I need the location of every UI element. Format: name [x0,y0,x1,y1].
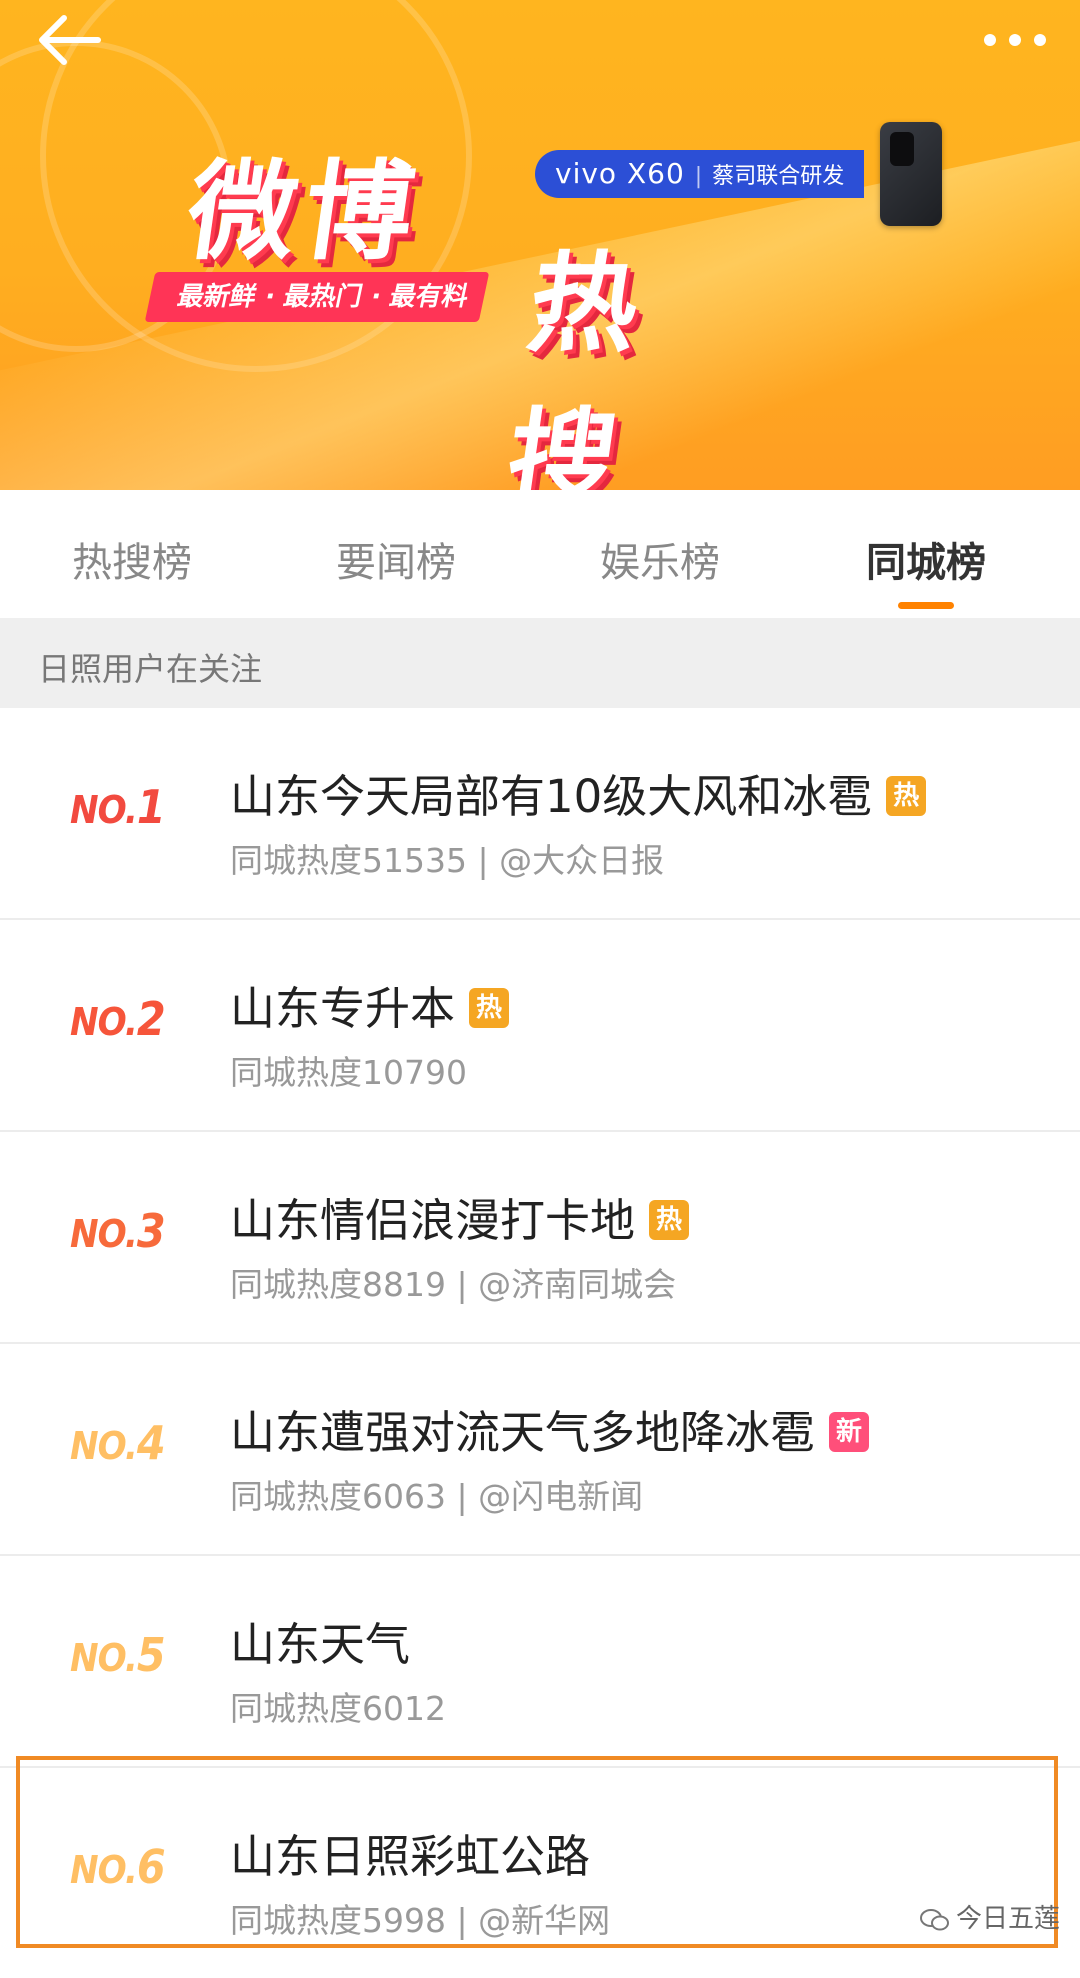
rank-prefix: NO. [70,1848,138,1892]
rank-value: 2 [136,992,166,1046]
back-arrow-icon [39,15,101,65]
tab-label: 同城榜 [866,540,986,586]
tab-label: 要闻榜 [336,540,456,586]
list-item[interactable]: NO.2 山东专升本热 同城热度10790 [0,920,1080,1132]
tab-label: 热搜榜 [72,540,192,586]
topic-meta: 同城热度8819 | @济南同城会 [230,1265,677,1304]
topic-meta: 同城热度6063 | @闪电新闻 [230,1477,644,1516]
topic-title: 山东遭强对流天气多地降冰雹新 [230,1396,870,1461]
topic-meta: 同城热度6012 [230,1689,446,1728]
tab-bar: 热搜榜 要闻榜 娱乐榜 同城榜 [0,490,1080,618]
rank-value: 1 [136,780,166,834]
hot-badge: 热 [649,1200,690,1240]
tab-headlines[interactable]: 要闻榜 [296,530,496,588]
rank-prefix: NO. [70,1424,138,1468]
topic-meta: 同城热度10790 [230,1053,467,1092]
topic-title: 山东天气 [230,1608,410,1673]
hot-badge: 热 [469,988,510,1028]
topic-title-text: 山东天气 [230,1618,411,1671]
list-item[interactable]: NO.6 山东日照彩虹公路 同城热度5998 | @新华网 [0,1768,1080,1978]
watermark-text: 今日五莲 [955,1904,1060,1934]
back-button[interactable] [34,10,106,70]
topic-title: 山东日照彩虹公路 [230,1820,590,1885]
list-item[interactable]: NO.4 山东遭强对流天气多地降冰雹新 同城热度6063 | @闪电新闻 [0,1344,1080,1556]
new-badge: 新 [829,1412,870,1452]
rank-number: NO.4 [70,1416,166,1470]
topic-title: 山东情侣浪漫打卡地热 [230,1184,690,1249]
more-button[interactable] [976,10,1054,70]
topic-meta: 同城热度5998 | @新华网 [230,1901,611,1940]
rank-prefix: NO. [70,788,138,832]
tab-local[interactable]: 同城榜 [826,530,1026,609]
section-header: 日照用户在关注 [0,618,1080,708]
topic-title-text: 山东今天局部有10级大风和冰雹 [230,770,873,823]
rank-prefix: NO. [70,1212,138,1256]
hot-badge: 热 [886,776,927,816]
banner-slogan: 最新鲜 · 最热门 · 最有料 [144,272,490,322]
topic-title-text: 山东情侣浪漫打卡地 [230,1194,636,1247]
more-dots-icon [984,34,1046,46]
hot-search-banner: vivo X60 | 蔡司联合研发 微博 热搜 最新鲜 · 最热门 · 最有料 [0,0,1080,490]
active-tab-indicator [898,602,954,609]
rank-prefix: NO. [70,1636,138,1680]
tab-label: 娱乐榜 [600,540,720,586]
wechat-icon [919,1908,949,1930]
list-item[interactable]: NO.3 山东情侣浪漫打卡地热 同城热度8819 | @济南同城会 [0,1132,1080,1344]
phone-product-image [880,122,942,226]
tab-hot-search[interactable]: 热搜榜 [32,530,232,588]
rank-prefix: NO. [70,1000,138,1044]
banner-title-top: 微博 [179,150,430,275]
list-item[interactable]: NO.5 山东天气 同城热度6012 [0,1556,1080,1768]
watermark: 今日五莲 [919,1898,1060,1935]
tab-entertainment[interactable]: 娱乐榜 [560,530,760,588]
topic-title-text: 山东遭强对流天气多地降冰雹 [230,1406,816,1459]
topic-title-text: 山东专升本 [230,982,456,1035]
rank-value: 4 [136,1416,166,1470]
topic-title: 山东专升本热 [230,972,510,1037]
rank-number: NO.1 [70,780,166,834]
rank-number: NO.2 [70,992,166,1046]
trending-list: NO.1 山东今天局部有10级大风和冰雹热 同城热度51535 | @大众日报 … [0,708,1080,1978]
rank-value: 3 [136,1204,166,1258]
list-item[interactable]: NO.1 山东今天局部有10级大风和冰雹热 同城热度51535 | @大众日报 [0,708,1080,920]
topic-title: 山东今天局部有10级大风和冰雹热 [230,760,927,825]
topic-title-text: 山东日照彩虹公路 [230,1830,591,1883]
topic-meta: 同城热度51535 | @大众日报 [230,841,665,880]
section-header-label: 日照用户在关注 [38,650,263,688]
phone-camera [890,132,914,166]
rank-value: 6 [136,1840,166,1894]
banner-title-bottom: 热搜 [498,242,653,490]
sponsor-text: 蔡司联合研发 [712,164,845,189]
rank-number: NO.5 [70,1628,166,1682]
rank-number: NO.3 [70,1204,166,1258]
rank-number: NO.6 [70,1840,166,1894]
rank-value: 5 [136,1628,166,1682]
